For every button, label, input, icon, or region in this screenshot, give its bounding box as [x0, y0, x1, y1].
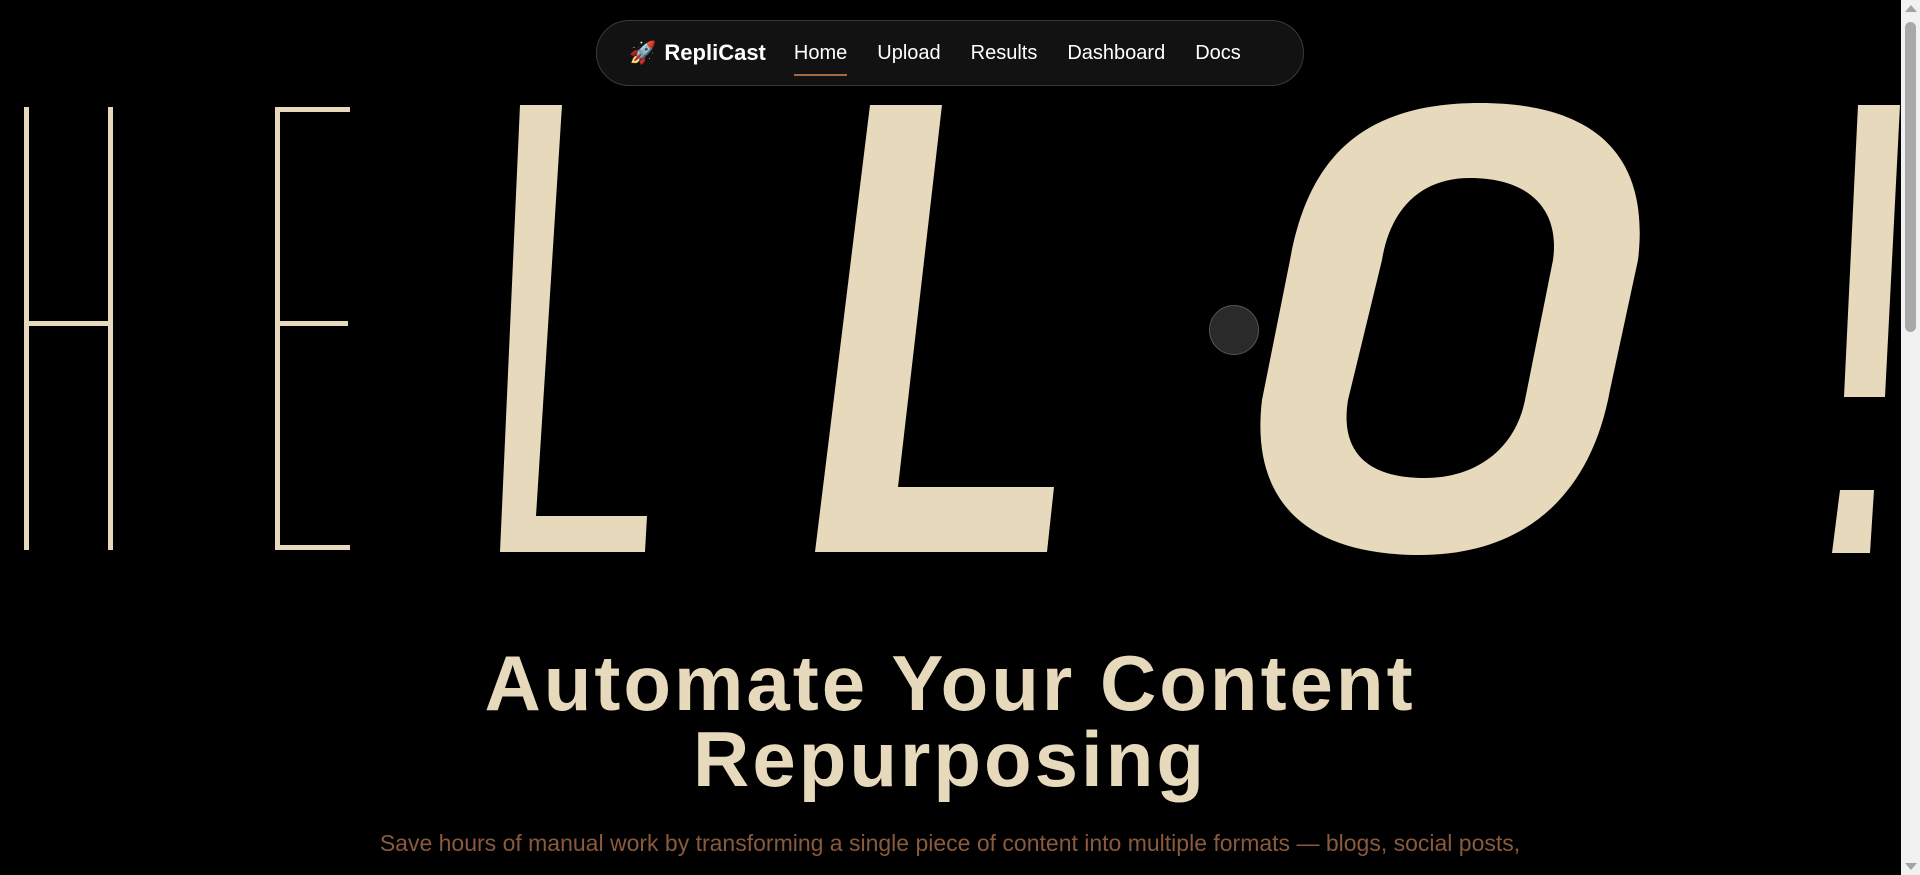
page: 🚀 RepliCast Home Upload Results Dashboar… — [0, 0, 1920, 875]
nav-link-docs[interactable]: Docs — [1195, 42, 1241, 65]
nav-link-upload[interactable]: Upload — [877, 42, 940, 65]
letter-h — [24, 107, 113, 550]
letter-o — [1260, 103, 1640, 555]
cursor-follower — [1209, 305, 1259, 355]
rocket-icon: 🚀 — [629, 40, 657, 65]
hero-headline-line-1: Automate Your Content — [484, 639, 1416, 727]
page-scrollbar[interactable] — [1901, 0, 1920, 875]
brand-name: RepliCast — [664, 40, 766, 65]
hello-display — [0, 0, 1900, 600]
hero-headline: Automate Your Content Repurposing — [0, 639, 1900, 803]
scroll-thumb[interactable] — [1905, 22, 1916, 332]
letter-exclamation-dot — [1832, 490, 1874, 553]
hello-letters — [24, 103, 1900, 555]
letter-e — [275, 107, 350, 550]
brand[interactable]: 🚀 RepliCast — [629, 40, 766, 66]
letter-l-1 — [500, 105, 647, 552]
nav-link-home[interactable]: Home — [793, 42, 848, 76]
nav-link-results[interactable]: Results — [971, 42, 1038, 65]
hero-subtext: Save hours of manual work by transformin… — [379, 830, 1521, 856]
nav-link-dashboard[interactable]: Dashboard — [1067, 42, 1165, 65]
hero-headline-line-2: Repurposing — [693, 715, 1207, 803]
navbar: 🚀 RepliCast Home Upload Results Dashboar… — [596, 20, 1304, 86]
letter-l-2 — [815, 105, 1054, 552]
scroll-down-arrow-icon[interactable] — [1905, 863, 1917, 870]
scroll-up-arrow-icon[interactable] — [1905, 5, 1917, 12]
letter-exclamation-bar — [1844, 105, 1900, 397]
